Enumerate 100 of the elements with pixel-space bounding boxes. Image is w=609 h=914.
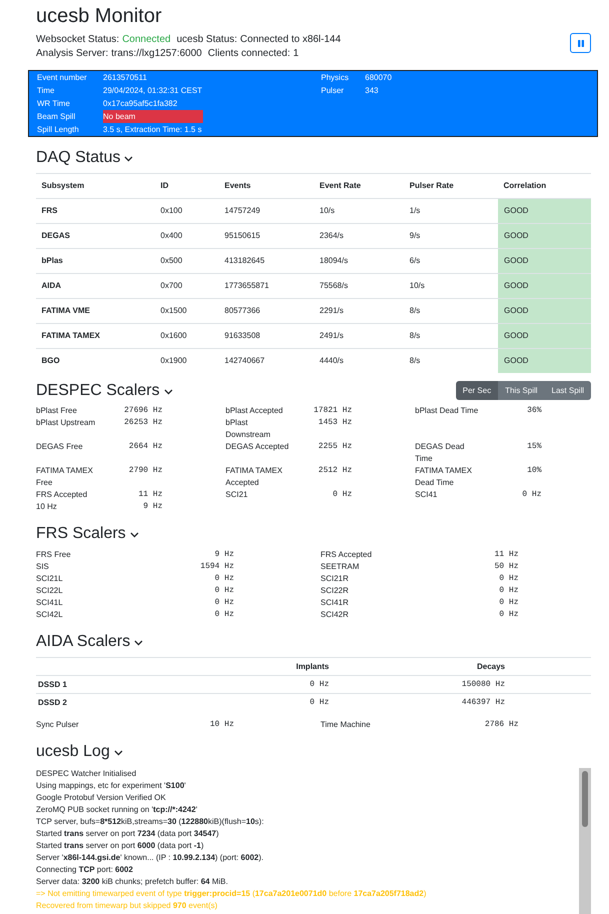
scaler-value: 2664 Hz <box>128 441 162 453</box>
scaler-value: 9 Hz <box>214 549 234 561</box>
log-line: Connecting TCP port: 6002 <box>36 864 134 876</box>
field-label: Pulser <box>321 85 344 97</box>
field-value: 343 <box>365 85 378 97</box>
log-line: Recovered from timewarp but skipped 970 event(s) <box>36 900 218 912</box>
scaler-value: 11 Hz <box>138 489 162 501</box>
mode-button[interactable]: Last Spill <box>544 381 591 400</box>
scaler-value: 2786 Hz <box>484 719 518 731</box>
table-cell: FATIMA TAMEX <box>36 323 155 348</box>
table-cell: 0x400 <box>155 223 219 248</box>
section-title: DESPEC Scalers <box>36 381 160 400</box>
table-cell: 2491/s <box>314 323 404 348</box>
log-line: Started trans server on port 7234 (data port 34547) <box>36 828 220 840</box>
status-value: trans://lxg1257:6000 <box>111 48 202 59</box>
correlation-cell: GOOD <box>498 248 591 273</box>
scaler-label: Time Machine <box>320 719 370 731</box>
status-value: Connected to x86l-144 <box>240 34 341 45</box>
correlation-cell: GOOD <box>498 323 591 348</box>
chevron-down-icon[interactable] <box>164 389 173 395</box>
scaler-label: Sync Pulser <box>36 719 79 731</box>
scaler-value: 2255 Hz <box>318 441 352 453</box>
mode-button[interactable]: Per Sec <box>456 381 498 400</box>
table-cell: 0x100 <box>155 198 219 223</box>
scaler-label: bPlast Upstream <box>36 417 96 429</box>
scaler-label: bPlast Downstream <box>226 417 272 441</box>
table-cell: 150080 Hz <box>329 675 505 693</box>
scaler-value: 26253 Hz <box>124 417 162 429</box>
row-header: DSSD 1 <box>36 675 249 693</box>
scrollbar[interactable] <box>579 768 591 914</box>
scaler-label: DEGAS Dead Time <box>415 441 466 465</box>
correlation-cell: GOOD <box>498 273 591 298</box>
scaler-value: 0 Hz <box>499 585 518 597</box>
scaler-label: DEGAS Free <box>36 441 83 453</box>
field-value: 29/04/2024, 01:32:31 CEST <box>103 85 202 97</box>
field-value: 3.5 s, Extraction Time: 1.5 s <box>103 124 202 136</box>
status-value: Connected <box>122 34 171 45</box>
column-header: Events <box>219 173 314 198</box>
correlation-cell: GOOD <box>498 198 591 223</box>
pause-button[interactable] <box>570 33 591 53</box>
log-line: Google Protobuf Version Verified OK <box>36 792 167 804</box>
table-cell: FRS <box>36 198 155 223</box>
column-header: Event Rate <box>314 173 404 198</box>
scaler-value: 11 Hz <box>494 549 518 561</box>
scaler-value: 27696 Hz <box>124 405 162 417</box>
scaler-label: SEETRAM <box>320 561 360 573</box>
column-header: Subsystem <box>36 173 155 198</box>
scaler-label: SCI21R <box>320 573 349 585</box>
table-cell: 0x700 <box>155 273 219 298</box>
scaler-label: SCI42R <box>320 609 349 621</box>
scaler-value: 17821 Hz <box>314 405 352 417</box>
scaler-label: FRS Accepted <box>36 489 88 501</box>
table-cell: 0x500 <box>155 248 219 273</box>
scaler-label: FATIMA TAMEX Free <box>36 465 94 489</box>
field-label: Physics <box>321 72 349 84</box>
table-cell: FATIMA VME <box>36 298 155 323</box>
scaler-label: SCI22R <box>320 585 349 597</box>
chevron-down-icon[interactable] <box>130 532 139 538</box>
scaler-label: FRS Free <box>36 549 71 561</box>
scaler-value: 2790 Hz <box>128 465 162 477</box>
correlation-cell: GOOD <box>498 298 591 323</box>
scaler-label: bPlast Dead Time <box>415 405 478 417</box>
table-cell: 2291/s <box>314 298 404 323</box>
table-cell: 142740667 <box>219 348 314 373</box>
scaler-value: 0 Hz <box>332 489 352 501</box>
scaler-value: 10 Hz <box>210 719 234 731</box>
column-header: Implants <box>249 657 329 675</box>
scaler-label: bPlast Free <box>36 405 77 417</box>
section-title: ucesb Log <box>36 742 110 761</box>
scaler-value: 0 Hz <box>214 573 234 585</box>
field-value: 680070 <box>365 72 392 84</box>
scaler-label: SCI41L <box>36 597 63 609</box>
chevron-down-icon[interactable] <box>124 156 134 162</box>
table-cell: 0 Hz <box>249 675 329 693</box>
mode-button[interactable]: This Spill <box>498 381 545 400</box>
row-header: DSSD 2 <box>36 693 249 711</box>
field-label: WR Time <box>37 98 70 110</box>
scaler-value: 1594 Hz <box>200 561 234 573</box>
chevron-down-icon[interactable] <box>134 640 144 646</box>
table-cell: 91633508 <box>219 323 314 348</box>
status-label: Clients connected: <box>208 48 290 59</box>
table-cell: 95150615 <box>219 223 314 248</box>
scaler-value: 0 Hz <box>522 489 542 501</box>
scaler-label: bPlast Accepted <box>226 405 283 417</box>
scaler-value: 50 Hz <box>494 561 518 573</box>
log-line: Server 'x86l-144.gsi.de' known... (IP : 10.99.2.134) (port: 6002). <box>36 852 264 864</box>
section-title: AIDA Scalers <box>36 632 130 651</box>
log-line: Using mappings, etc for experiment 'S100' <box>36 780 187 792</box>
field-label: Time <box>37 85 54 97</box>
scaler-value: 36% <box>527 405 542 417</box>
status-label: Analysis Server: <box>36 48 108 59</box>
scaler-value: 0 Hz <box>499 573 518 585</box>
scrollbar-thumb[interactable] <box>582 771 588 827</box>
scaler-label: SCI41R <box>320 597 349 609</box>
scaler-label: SIS <box>36 561 49 573</box>
field-label: Event number <box>37 72 87 84</box>
chevron-down-icon[interactable] <box>114 750 123 756</box>
scaler-label: FATIMA TAMEX Accepted <box>226 465 284 489</box>
status-label: ucesb Status: <box>176 34 238 45</box>
table-cell: 10/s <box>314 198 404 223</box>
